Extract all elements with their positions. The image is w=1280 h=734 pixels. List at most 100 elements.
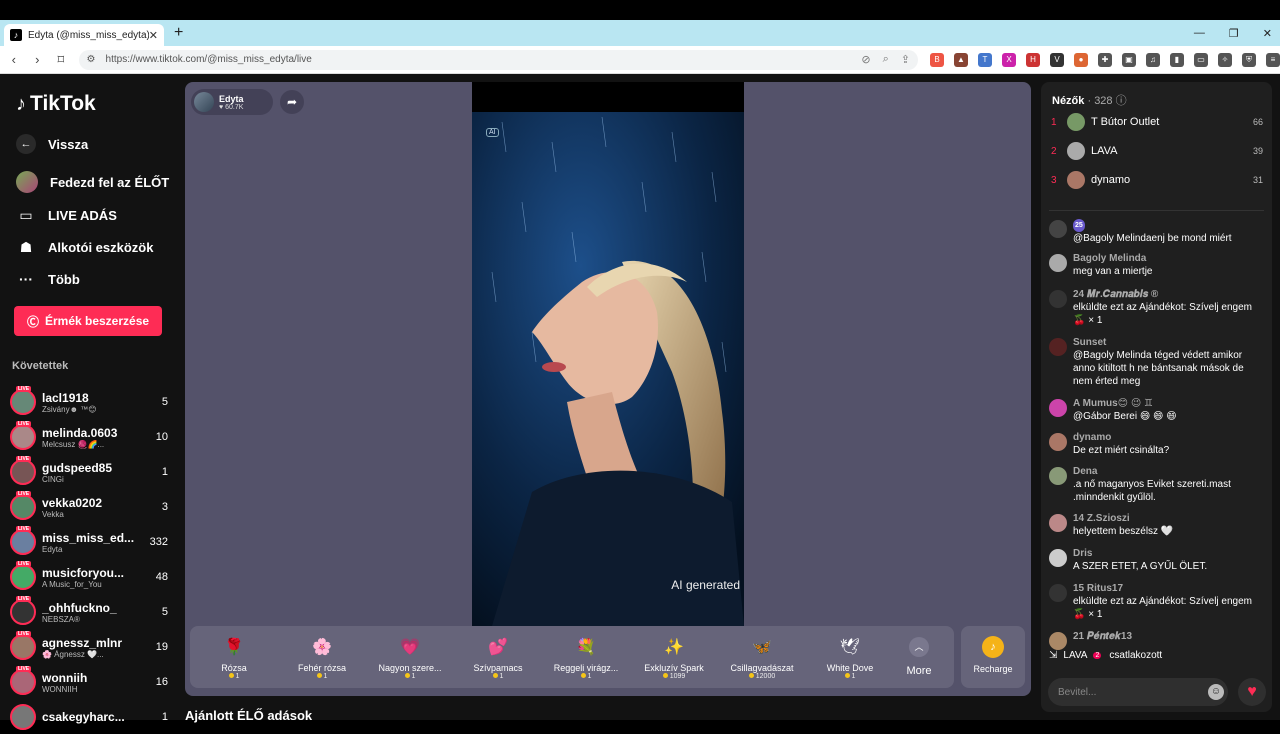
dove-icon: 🕊 [839,638,861,656]
viewer-count: 5 [161,606,168,618]
gift-item[interactable]: 🕊 White Dove 1 [806,635,894,680]
site-settings-icon[interactable]: ⚙ [87,54,96,65]
close-window-icon[interactable]: ✕ [1263,27,1272,40]
extension-translate-icon[interactable]: T [978,52,992,67]
following-item[interactable]: LIVE miss_miss_ed... Edyta 332 [10,525,168,559]
following-item[interactable]: LIVE gudspeed85 CINGi 1 [10,455,168,489]
forward-arrow-icon[interactable]: › [28,52,48,67]
translate-icon[interactable]: ⊘ [861,53,870,66]
restore-icon[interactable]: ❐ [1229,27,1239,40]
vpn-shield-icon[interactable]: ⛨ [1242,52,1256,67]
browser-tab[interactable]: ♪ Edyta (@miss_miss_edyta) Él... ✕ [4,24,164,46]
sidebar: ♪ TikTok ← Vissza Fedezd fel az ÉLŐT ▭ L… [0,74,178,730]
nav-creator-tools[interactable]: ☗ Alkotói eszközök [16,239,154,256]
brand-name: TikTok [30,92,96,115]
like-heart-icon[interactable]: ♥ [1238,678,1266,706]
nav-live-studio[interactable]: ▭ LIVE ADÁS [16,207,116,224]
gift-item[interactable]: 💐 Reggeli virágz... 1 [542,635,630,680]
following-sub: WONNIIH [42,684,78,694]
media-control-icon[interactable]: ♫ [1146,52,1160,67]
rewards-icon[interactable]: ▲ [954,52,968,67]
get-coins-button[interactable]: Ⓒ Érmék beszerzése [14,306,162,336]
new-tab-icon[interactable]: + [174,24,183,42]
extension-tab-icon[interactable]: ▣ [1122,52,1136,67]
zoom-icon[interactable]: ⌕ [883,53,889,66]
gift-item[interactable]: ✨ Exkluzív Spark 1099 [630,635,718,680]
top-viewer-row[interactable]: 2 LAVA 39 [1051,140,1263,162]
nav-label: Alkotói eszközök [48,240,154,255]
url-field[interactable]: ⚙ https://www.tiktok.com/@miss_miss_edyt… [78,49,918,70]
gift-price: 1099 [669,672,686,680]
following-sub: NEBSZA® [42,614,80,624]
following-item[interactable]: csakegyharc... 1 [10,700,168,734]
following-name: gudspeed85 [42,460,113,475]
following-item[interactable]: LIVE wonniih WONNIIH 16 [10,665,168,699]
gift-item[interactable]: 💗 Nagyon szere... 1 [366,635,454,680]
share-icon[interactable]: ➦ [280,90,304,114]
chat-input[interactable]: Bevitel... [1048,678,1228,706]
level-badge: 2 [1093,652,1102,659]
viewers-header[interactable]: Nézők · 328 ⓘ [1052,92,1127,108]
info-icon[interactable]: ⓘ [1116,95,1127,107]
following-item[interactable]: LIVE melinda.0603 Melcsusz 🧶🌈... 10 [10,420,168,454]
back-arrow-icon[interactable]: ‹ [4,52,24,67]
following-sub: Edyta [42,544,63,554]
following-sub: A Music_for_You [42,579,102,589]
viewer-rank: 1 [1051,116,1057,128]
sidebar-icon[interactable]: ▮ [1170,52,1184,67]
avatar: LIVE [10,666,36,695]
following-item[interactable]: LIVE musicforyou... A Music_for_You 48 [10,560,168,594]
following-name: vekka0202 [42,495,103,510]
brave-shield-icon[interactable]: B [930,52,944,67]
camera-icon: ▭ [19,207,33,223]
gift-name: Nagyon szere... [378,662,442,673]
host-info[interactable]: Edyta ♥ 60.7K [191,89,273,115]
gift-icon [1049,290,1067,308]
recommended-title: Ajánlott ÉLŐ adások [185,708,313,723]
share-page-icon[interactable]: ⇪ [901,53,910,66]
gift-item[interactable]: 🌹 Rózsa 1 [190,635,278,680]
nav-explore-live[interactable]: Fedezd fel az ÉLŐT [16,171,169,193]
gift-item[interactable]: 💕 Szívpamacs 1 [454,635,542,680]
viewer-rank: 2 [1051,145,1057,157]
message-user: A Mumus😊 😉 ♊ [1073,398,1153,409]
minimize-icon[interactable]: — [1194,27,1205,39]
tab-close-icon[interactable]: ✕ [149,29,158,42]
message-text: elküldte ezt az Ajándékot: Szívelj engem… [1073,302,1252,326]
tiktok-logo[interactable]: ♪ TikTok [16,92,96,116]
extension-vpn-icon[interactable]: V [1050,52,1064,67]
heart-puff-icon: 💕 [488,638,508,656]
following-item[interactable]: LIVE lacl1918 Zsivány☻ ™😊 5 [10,385,168,419]
back-button[interactable]: ← Vissza [16,134,88,154]
extensions-puzzle-icon[interactable]: ✚ [1098,52,1112,67]
nav-more[interactable]: ··· Több [16,271,80,287]
emoji-icon[interactable]: ☺ [1208,684,1224,700]
following-item[interactable]: LIVE vekka0202 Vekka 3 [10,490,168,524]
top-viewer-row[interactable]: 1 T Bútor Outlet 66 [1051,111,1263,133]
message-user: 14 Z.Szioszi [1073,513,1130,524]
top-viewer-row[interactable]: 3 dynamo 31 [1051,169,1263,191]
ai-assistant-icon[interactable]: ✧ [1218,52,1232,67]
following-sub: 🌸 Ágnessz 🤍... [42,649,104,659]
live-badge: LIVE [16,386,32,392]
avatar [1067,171,1085,189]
host-name: Edyta [219,93,244,104]
coins-label: Érmék beszerzése [44,314,150,328]
following-item[interactable]: LIVE agnessz_mlnr 🌸 Ágnessz 🤍... 19 [10,630,168,664]
recharge-button[interactable]: ♪ Recharge [961,626,1025,688]
level-badge: 25 [1073,219,1085,232]
gift-item[interactable]: 🌸 Fehér rózsa 1 [278,635,366,680]
bookmark-icon[interactable]: ⌑ [51,52,71,68]
gift-name: White Dove [826,662,874,673]
wallet-icon[interactable]: ▭ [1194,52,1208,67]
menu-icon[interactable]: ≡ [1266,52,1280,67]
tiktok-favicon-icon: ♪ [10,29,22,41]
extension-x-icon[interactable]: X [1002,52,1016,67]
extension-color-icon[interactable]: ● [1074,52,1088,67]
viewer-count: 1 [161,466,168,478]
live-video[interactable]: AI AI generated [472,82,744,626]
more-gifts-button[interactable]: ︿ More [894,637,944,677]
gift-item[interactable]: 🦋 Csillagvadászat 12000 [718,635,806,680]
extension-his-icon[interactable]: H [1026,52,1040,67]
following-item[interactable]: LIVE _ohhfuckno_ NEBSZA® 5 [10,595,168,629]
